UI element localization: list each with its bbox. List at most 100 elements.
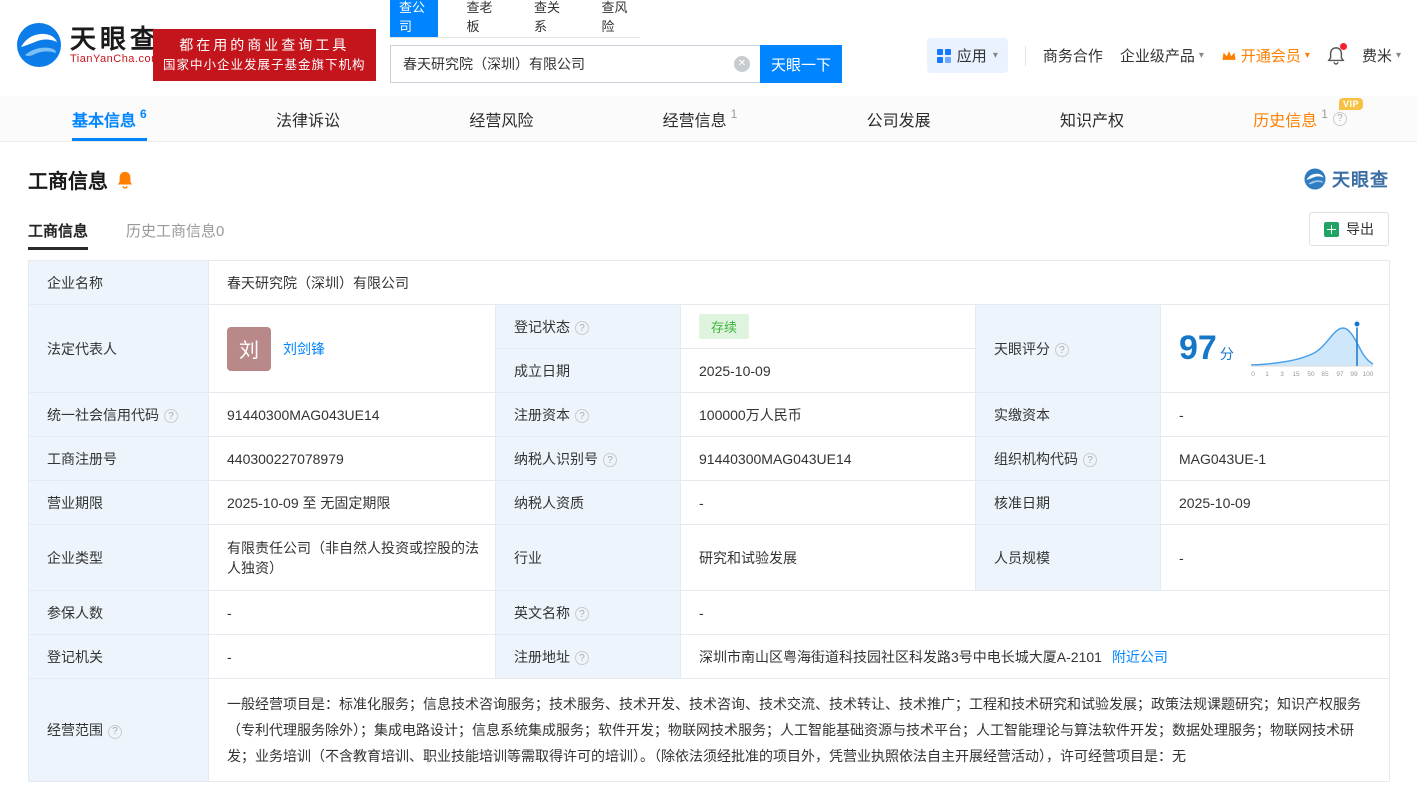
brand-domain: TianYanCha.com [70,53,161,66]
subtab-row: 工商信息 历史工商信息0 导出 [28,210,1389,250]
export-button[interactable]: 导出 [1309,212,1389,246]
vip-upgrade-link[interactable]: 开通会员 ▾ [1221,45,1310,66]
subscribe-bell-icon[interactable] [116,170,134,189]
tab-basic-info[interactable]: 基本信息 6 [72,96,147,141]
tab-history-info[interactable]: VIP 历史信息 1 ? [1253,96,1363,141]
legal-rep-link[interactable]: 刘剑锋 [283,339,325,359]
brand-name: 天眼查 [70,23,161,54]
help-icon[interactable]: ? [164,409,178,423]
search-tab-relation[interactable]: 查关系 [525,0,573,37]
tab-count: 1 [1321,106,1328,121]
chevron-down-icon: ▾ [1395,50,1401,61]
svg-text:50: 50 [1307,371,1315,378]
subtab-history-business-info[interactable]: 历史工商信息0 [126,210,224,250]
help-icon[interactable]: ? [108,724,122,739]
field-label-status: 登记状态? [495,304,681,349]
business-cooperation-link[interactable]: 商务合作 [1043,45,1103,66]
field-label-staff-size: 人员规模 [975,524,1161,591]
field-value-insured: - [208,590,496,635]
tab-operation-info[interactable]: 经营信息 1 [663,96,738,141]
table-row: 登记机关 - 注册地址? 深圳市南山区粤海街道科技园社区科发路3号中电长城大厦A… [28,634,1390,679]
brand-mark-text: 天眼查 [1332,170,1389,190]
field-label-reg-capital: 注册资本? [495,392,681,437]
field-label-business-scope: 经营范围? [28,678,209,782]
apps-menu[interactable]: 应用 ▾ [926,38,1008,73]
field-value-taxpayer-quality: - [680,480,976,525]
tab-label: 知识产权 [1059,112,1124,130]
search-button[interactable]: 天眼一下 [760,45,842,83]
help-icon[interactable]: ? [603,453,617,467]
tab-label: 基本信息 [72,112,137,130]
tab-operation-risk[interactable]: 经营风险 [469,96,533,141]
field-value-org-code: MAG043UE-1 [1160,436,1390,481]
field-label-approval-date: 核准日期 [975,480,1161,525]
field-label-taxpayer-id: 纳税人识别号? [495,436,681,481]
search-tab-risk[interactable]: 查风险 [593,0,641,37]
export-label: 导出 [1346,221,1374,237]
field-label-established: 成立日期 [495,348,681,393]
field-label-english-name: 英文名称? [495,590,681,635]
search-clear-icon[interactable]: ✕ [734,56,750,72]
help-icon[interactable]: ? [575,607,589,621]
tab-count: 1 [730,106,738,121]
svg-text:1: 1 [1265,371,1269,378]
section-title: 工商信息 [28,170,108,193]
enterprise-product-link[interactable]: 企业级产品 ▾ [1120,45,1204,66]
enterprise-product-label: 企业级产品 [1119,48,1195,65]
help-icon[interactable]: ? [1055,343,1069,357]
tab-label: 经营风险 [469,112,534,130]
field-label-legal-rep: 法定代表人 [28,304,209,393]
vip-label: 开通会员 [1240,48,1301,65]
help-icon[interactable]: ? [575,409,589,423]
crown-icon [1222,51,1236,60]
tianyancha-logo[interactable]: 天眼查 TianYanCha.com [16,22,161,68]
user-menu[interactable]: 费米 ▾ [1362,45,1401,66]
nearby-companies-link[interactable]: 附近公司 [1112,649,1168,665]
svg-text:3: 3 [1280,371,1284,378]
help-icon[interactable]: ? [1083,453,1097,467]
help-icon[interactable]: ? [1332,111,1347,126]
field-label-registry: 登记机关 [28,634,209,679]
chevron-down-icon: ▾ [992,50,998,61]
status-badge: 存续 [699,314,750,339]
field-value-business-term: 2025-10-09 至 无固定期限 [208,480,496,525]
search-tab-company[interactable]: 查公司 [390,0,438,37]
field-value-english-name: - [680,590,1390,635]
excel-icon [1324,221,1339,237]
legal-rep-avatar[interactable]: 刘 [227,326,271,371]
field-value-approval-date: 2025-10-09 [1160,480,1390,525]
tab-label: 法律诉讼 [276,112,341,130]
tab-company-development[interactable]: 公司发展 [867,96,931,141]
table-row: 营业期限 2025-10-09 至 无固定期限 纳税人资质 - 核准日期 202… [28,480,1390,525]
search-tab-boss[interactable]: 查老板 [458,0,506,37]
logo-text: 天眼查 TianYanCha.com [70,25,161,66]
search-tabs: 查公司 查老板 查关系 查风险 [390,0,640,38]
help-icon[interactable]: ? [575,651,589,665]
search-area: 查公司 查老板 查关系 查风险 ✕ 天眼一下 [390,0,842,83]
chevron-down-icon: ▾ [1198,50,1204,61]
tab-legal-litigation[interactable]: 法律诉讼 [276,96,340,141]
help-icon[interactable]: ? [575,321,589,335]
table-row: 企业名称 春天研究院（深圳）有限公司 [28,260,1390,305]
svg-text:99: 99 [1350,371,1358,378]
divider [1024,45,1026,66]
field-value-company-name: 春天研究院（深圳）有限公司 [208,260,1390,305]
field-value-taxpayer-id: 91440300MAG043UE14 [680,436,976,481]
tab-intellectual-property[interactable]: 知识产权 [1060,96,1124,141]
subtab-business-info[interactable]: 工商信息 [28,210,89,250]
notification-bell[interactable] [1327,43,1347,65]
table-row: 法定代表人 刘 刘剑锋 登记状态? 存续 天眼评分? 97 分 0 1 3 15… [28,304,1390,393]
table-row: 企业类型 有限责任公司（非自然人投资或控股的法人独资） 行业 研究和试验发展 人… [28,524,1390,591]
score-value: 97 [1179,329,1217,367]
field-label-reg-number: 工商注册号 [28,436,209,481]
field-value-reg-number: 440300227078979 [208,436,496,481]
score-unit: 分 [1219,346,1234,362]
table-row: 经营范围? 一般经营项目是：标准化服务；信息技术咨询服务；技术服务、技术开发、技… [28,678,1390,782]
field-value-address: 深圳市南山区粤海街道科技园社区科发路3号中电长城大厦A-2101 附近公司 [680,634,1390,679]
search-input[interactable] [390,45,760,83]
notification-dot [1339,43,1347,50]
tianyancha-logo-icon [1304,168,1326,190]
field-value-reg-capital: 100000万人民币 [680,392,976,437]
field-label-score: 天眼评分? [975,304,1161,393]
section-header: 工商信息 天眼查 [28,162,1389,196]
